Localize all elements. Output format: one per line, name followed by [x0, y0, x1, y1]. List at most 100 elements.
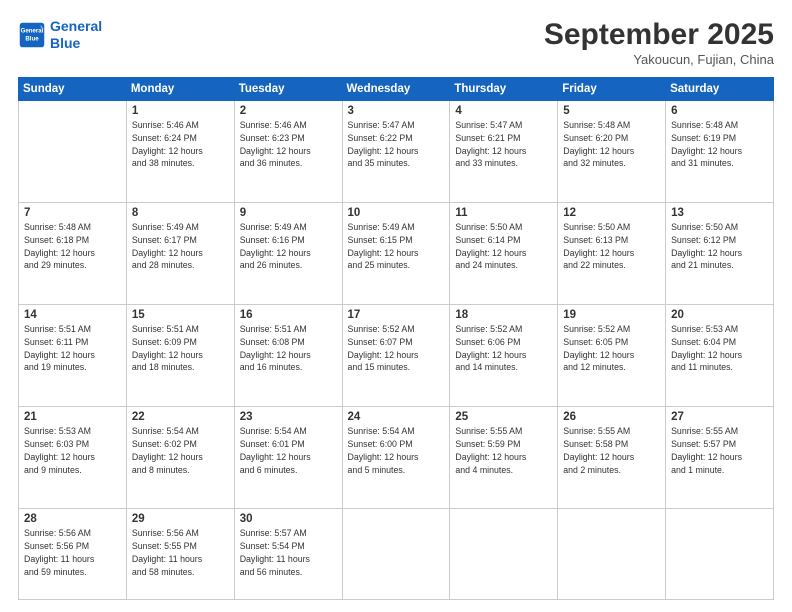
day-number: 13 [671, 207, 768, 219]
calendar-cell: 22 Sunrise: 5:54 AM Sunset: 6:02 PM Dayli… [126, 407, 234, 509]
cell-info: Sunrise: 5:49 AM Sunset: 6:17 PM Dayligh… [132, 221, 229, 272]
cell-info: Sunrise: 5:48 AM Sunset: 6:20 PM Dayligh… [563, 119, 660, 170]
day-number: 23 [240, 411, 337, 423]
calendar-cell: 26 Sunrise: 5:55 AM Sunset: 5:58 PM Dayli… [558, 407, 666, 509]
cell-info: Sunrise: 5:54 AM Sunset: 6:01 PM Dayligh… [240, 425, 337, 476]
svg-text:General: General [21, 27, 44, 34]
calendar-cell: 21 Sunrise: 5:53 AM Sunset: 6:03 PM Dayli… [19, 407, 127, 509]
calendar-cell: 14 Sunrise: 5:51 AM Sunset: 6:11 PM Dayli… [19, 305, 127, 407]
calendar-cell: 23 Sunrise: 5:54 AM Sunset: 6:01 PM Dayli… [234, 407, 342, 509]
col-header-monday: Monday [126, 78, 234, 101]
calendar-cell: 16 Sunrise: 5:51 AM Sunset: 6:08 PM Dayli… [234, 305, 342, 407]
day-number: 7 [24, 207, 121, 219]
cell-info: Sunrise: 5:48 AM Sunset: 6:19 PM Dayligh… [671, 119, 768, 170]
page: General Blue General Blue September 2025… [0, 0, 792, 612]
day-number: 21 [24, 411, 121, 423]
day-number: 28 [24, 513, 121, 525]
cell-info: Sunrise: 5:53 AM Sunset: 6:03 PM Dayligh… [24, 425, 121, 476]
day-number: 18 [455, 309, 552, 321]
cell-info: Sunrise: 5:53 AM Sunset: 6:04 PM Dayligh… [671, 323, 768, 374]
cell-info: Sunrise: 5:46 AM Sunset: 6:24 PM Dayligh… [132, 119, 229, 170]
day-number: 1 [132, 105, 229, 117]
cell-info: Sunrise: 5:56 AM Sunset: 5:56 PM Dayligh… [24, 527, 121, 578]
cell-info: Sunrise: 5:51 AM Sunset: 6:09 PM Dayligh… [132, 323, 229, 374]
calendar-cell [342, 509, 450, 600]
calendar-cell: 3 Sunrise: 5:47 AM Sunset: 6:22 PM Daylig… [342, 101, 450, 203]
day-number: 10 [348, 207, 445, 219]
header: General Blue General Blue September 2025… [18, 18, 774, 67]
location-subtitle: Yakoucun, Fujian, China [544, 52, 774, 67]
day-number: 19 [563, 309, 660, 321]
day-number: 16 [240, 309, 337, 321]
day-number: 24 [348, 411, 445, 423]
calendar-cell: 6 Sunrise: 5:48 AM Sunset: 6:19 PM Daylig… [666, 101, 774, 203]
svg-text:Blue: Blue [25, 35, 39, 42]
cell-info: Sunrise: 5:54 AM Sunset: 6:02 PM Dayligh… [132, 425, 229, 476]
col-header-thursday: Thursday [450, 78, 558, 101]
cell-info: Sunrise: 5:52 AM Sunset: 6:05 PM Dayligh… [563, 323, 660, 374]
week-row-3: 14 Sunrise: 5:51 AM Sunset: 6:11 PM Dayli… [19, 305, 774, 407]
cell-info: Sunrise: 5:51 AM Sunset: 6:08 PM Dayligh… [240, 323, 337, 374]
day-number: 27 [671, 411, 768, 423]
calendar-cell: 24 Sunrise: 5:54 AM Sunset: 6:00 PM Dayli… [342, 407, 450, 509]
calendar-cell: 11Sunrise: 5:50 AM Sunset: 6:14 PM Dayli… [450, 203, 558, 305]
cell-info: Sunrise: 5:49 AM Sunset: 6:16 PM Dayligh… [240, 221, 337, 272]
cell-info: Sunrise: 5:51 AM Sunset: 6:11 PM Dayligh… [24, 323, 121, 374]
cell-info: Sunrise: 5:47 AM Sunset: 6:22 PM Dayligh… [348, 119, 445, 170]
day-number: 26 [563, 411, 660, 423]
calendar-cell [450, 509, 558, 600]
calendar-cell [19, 101, 127, 203]
calendar-cell [558, 509, 666, 600]
day-number: 3 [348, 105, 445, 117]
calendar-cell: 7 Sunrise: 5:48 AM Sunset: 6:18 PM Daylig… [19, 203, 127, 305]
day-number: 30 [240, 513, 337, 525]
calendar-cell: 5 Sunrise: 5:48 AM Sunset: 6:20 PM Daylig… [558, 101, 666, 203]
col-header-saturday: Saturday [666, 78, 774, 101]
logo: General Blue General Blue [18, 18, 102, 52]
calendar-cell: 4Sunrise: 5:47 AM Sunset: 6:21 PM Daylig… [450, 101, 558, 203]
day-number: 2 [240, 105, 337, 117]
cell-info: Sunrise: 5:50 AM Sunset: 6:12 PM Dayligh… [671, 221, 768, 272]
day-number: 12 [563, 207, 660, 219]
week-row-2: 7 Sunrise: 5:48 AM Sunset: 6:18 PM Daylig… [19, 203, 774, 305]
calendar-cell: 28 Sunrise: 5:56 AM Sunset: 5:56 PM Dayli… [19, 509, 127, 600]
day-number: 15 [132, 309, 229, 321]
calendar-cell: 29 Sunrise: 5:56 AM Sunset: 5:55 PM Dayli… [126, 509, 234, 600]
cell-info: Sunrise: 5:50 AM Sunset: 6:14 PM Dayligh… [455, 221, 552, 272]
day-number: 9 [240, 207, 337, 219]
week-row-4: 21 Sunrise: 5:53 AM Sunset: 6:03 PM Dayli… [19, 407, 774, 509]
calendar-cell: 13 Sunrise: 5:50 AM Sunset: 6:12 PM Dayli… [666, 203, 774, 305]
calendar-cell: 9 Sunrise: 5:49 AM Sunset: 6:16 PM Daylig… [234, 203, 342, 305]
cell-info: Sunrise: 5:46 AM Sunset: 6:23 PM Dayligh… [240, 119, 337, 170]
week-row-1: 1 Sunrise: 5:46 AM Sunset: 6:24 PM Daylig… [19, 101, 774, 203]
day-number: 6 [671, 105, 768, 117]
cell-info: Sunrise: 5:54 AM Sunset: 6:00 PM Dayligh… [348, 425, 445, 476]
day-number: 4 [455, 105, 552, 117]
cell-info: Sunrise: 5:56 AM Sunset: 5:55 PM Dayligh… [132, 527, 229, 578]
calendar-cell: 15 Sunrise: 5:51 AM Sunset: 6:09 PM Dayli… [126, 305, 234, 407]
calendar-cell: 1 Sunrise: 5:46 AM Sunset: 6:24 PM Daylig… [126, 101, 234, 203]
day-number: 25 [455, 411, 552, 423]
month-title: September 2025 [544, 18, 774, 52]
calendar-cell: 18Sunrise: 5:52 AM Sunset: 6:06 PM Dayli… [450, 305, 558, 407]
day-number: 29 [132, 513, 229, 525]
calendar-cell: 8 Sunrise: 5:49 AM Sunset: 6:17 PM Daylig… [126, 203, 234, 305]
calendar-cell: 30Sunrise: 5:57 AM Sunset: 5:54 PM Dayli… [234, 509, 342, 600]
calendar-table: SundayMondayTuesdayWednesdayThursdayFrid… [18, 77, 774, 600]
cell-info: Sunrise: 5:55 AM Sunset: 5:58 PM Dayligh… [563, 425, 660, 476]
col-header-friday: Friday [558, 78, 666, 101]
col-header-wednesday: Wednesday [342, 78, 450, 101]
day-number: 8 [132, 207, 229, 219]
cell-info: Sunrise: 5:55 AM Sunset: 5:59 PM Dayligh… [455, 425, 552, 476]
calendar-cell: 17Sunrise: 5:52 AM Sunset: 6:07 PM Dayli… [342, 305, 450, 407]
cell-info: Sunrise: 5:49 AM Sunset: 6:15 PM Dayligh… [348, 221, 445, 272]
day-number: 14 [24, 309, 121, 321]
cell-info: Sunrise: 5:48 AM Sunset: 6:18 PM Dayligh… [24, 221, 121, 272]
header-row: SundayMondayTuesdayWednesdayThursdayFrid… [19, 78, 774, 101]
day-number: 5 [563, 105, 660, 117]
cell-info: Sunrise: 5:55 AM Sunset: 5:57 PM Dayligh… [671, 425, 768, 476]
calendar-cell: 10 Sunrise: 5:49 AM Sunset: 6:15 PM Dayli… [342, 203, 450, 305]
logo-text: General Blue [50, 18, 102, 52]
day-number: 22 [132, 411, 229, 423]
calendar-cell: 2 Sunrise: 5:46 AM Sunset: 6:23 PM Daylig… [234, 101, 342, 203]
